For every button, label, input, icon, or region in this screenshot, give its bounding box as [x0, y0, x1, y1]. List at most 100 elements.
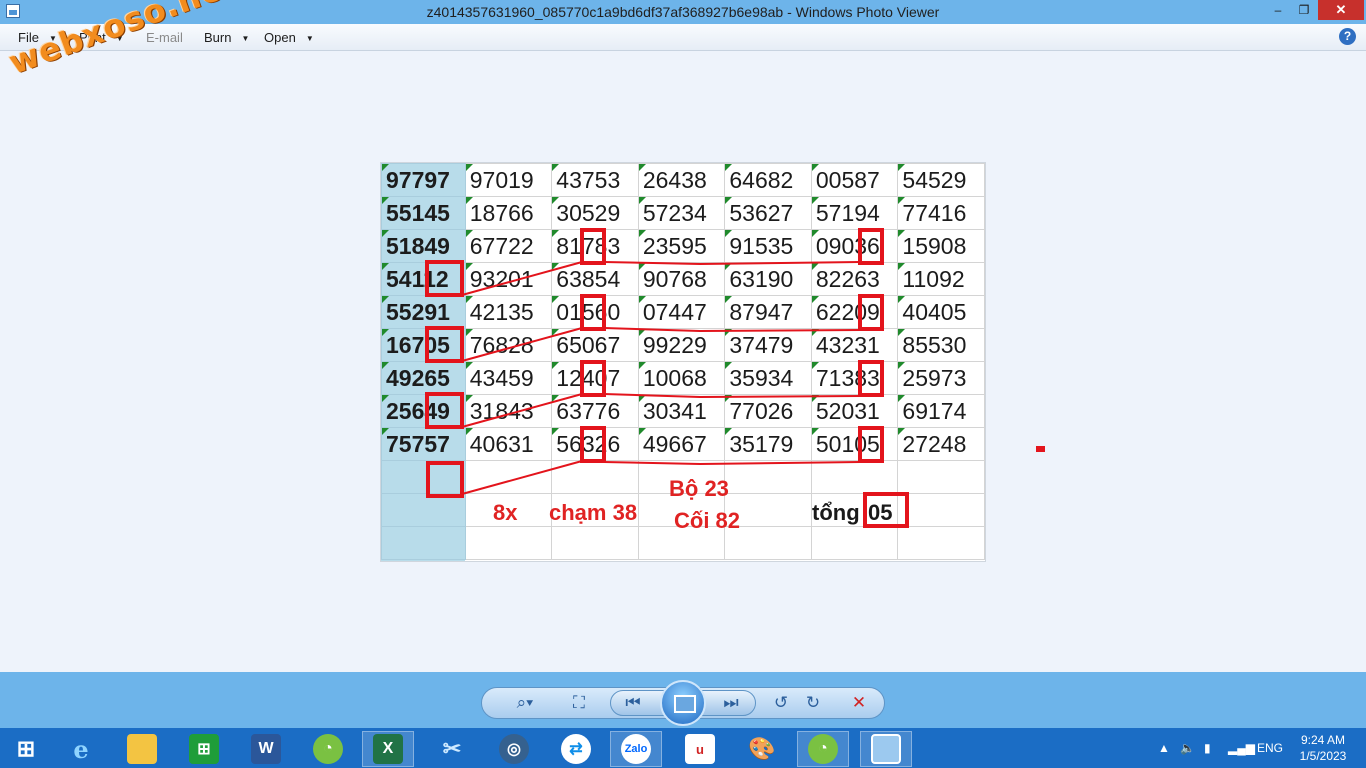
- table-cell: 81783: [551, 229, 639, 263]
- table-cell: [897, 526, 985, 560]
- table-cell: 56326: [551, 427, 639, 461]
- table-cell: 43231: [810, 328, 899, 362]
- delete-icon[interactable]: ✕: [846, 690, 872, 716]
- first-column-cell: 49265: [381, 361, 466, 395]
- snipping-icon[interactable]: ✂: [426, 731, 478, 767]
- show-hidden-icons-icon[interactable]: ▲: [1158, 728, 1170, 768]
- table-cell: 43459: [464, 361, 553, 395]
- teamviewer-icon[interactable]: ⇄: [550, 731, 602, 767]
- windows-start-icon[interactable]: ⊞: [0, 731, 52, 767]
- table-cell: 69174: [897, 394, 985, 428]
- clock-time: 9:24 AM: [1300, 733, 1346, 747]
- table-cell: 82263: [810, 262, 899, 296]
- chevron-down-icon: ▼: [305, 34, 314, 44]
- first-column-cell: [381, 460, 466, 494]
- table-cell: [810, 460, 899, 494]
- table-cell: 30341: [637, 394, 726, 428]
- table-row: 97797 97019 43753 26438 64682 00587 54529: [381, 163, 985, 197]
- table-cell: 35179: [724, 427, 812, 461]
- table-cell: 93201: [464, 262, 553, 296]
- previous-icon[interactable]: ⏮: [620, 690, 646, 716]
- table-cell: 25973: [897, 361, 985, 395]
- unikey-icon[interactable]: u: [674, 731, 726, 767]
- first-column-cell: 55291: [381, 295, 466, 329]
- excel-icon[interactable]: X: [362, 731, 414, 767]
- table-row: 16705 76828 65067 99229 37479 43231 85530: [381, 328, 985, 362]
- table-cell: 85530: [897, 328, 985, 362]
- photo-viewer-icon[interactable]: [860, 731, 912, 767]
- close-button[interactable]: ✕: [1318, 0, 1364, 20]
- table-cell: 49667: [637, 427, 726, 461]
- store-icon[interactable]: ⊞: [178, 731, 230, 767]
- table-cell: [810, 526, 899, 560]
- table-cell: 00587: [810, 163, 899, 197]
- minimize-button[interactable]: –: [1265, 0, 1291, 20]
- zalo-icon[interactable]: Zalo: [610, 731, 662, 767]
- table-cell: 54529: [897, 163, 985, 197]
- table-row: 55145 18766 30529 57234 53627 57194 77416: [381, 196, 985, 230]
- table-cell: 40405: [897, 295, 985, 329]
- paint-icon[interactable]: 🎨: [736, 731, 788, 767]
- menu-burn[interactable]: Burn ▼: [204, 30, 249, 45]
- coccoc-icon[interactable]: ◔: [302, 731, 354, 767]
- table-cell: 37479: [724, 328, 812, 362]
- table-cell: 35934: [724, 361, 812, 395]
- first-column-cell: 75757: [381, 427, 466, 461]
- photo-image: 97797 97019 43753 26438 64682 00587 54529 55145…: [380, 162, 986, 562]
- table-cell: [897, 460, 985, 494]
- menu-open[interactable]: Open ▼: [264, 30, 314, 45]
- table-cell: 31843: [464, 394, 553, 428]
- network-icon[interactable]: ▂▄▆: [1228, 728, 1255, 768]
- table-cell: 97019: [464, 163, 553, 197]
- slideshow-button[interactable]: [660, 680, 706, 726]
- volume-icon[interactable]: 🔈: [1180, 728, 1195, 768]
- table-cell: 67722: [464, 229, 553, 263]
- table-cell: [464, 460, 553, 494]
- note-coi: Cối 82: [674, 508, 741, 533]
- table-row: 54112 93201 63854 90768 63190 82263 11092: [381, 262, 985, 296]
- language-indicator[interactable]: ENG: [1257, 728, 1283, 768]
- rotate-right-icon[interactable]: ↻: [800, 690, 826, 716]
- red-dot: [1036, 446, 1045, 452]
- table-cell: 71383: [810, 361, 899, 395]
- table-cell: 11092: [897, 262, 985, 296]
- zoom-icon[interactable]: ⌕▾: [508, 690, 542, 716]
- table-cell: 52031: [810, 394, 899, 428]
- table-row: 49265 43459 12407 10068 35934 71383 25973: [381, 361, 985, 395]
- menu-bar: File ▼ Print ▼ E-mail Burn ▼ Open ▼ ?: [0, 24, 1366, 51]
- file-explorer-icon[interactable]: [116, 731, 168, 767]
- table-cell: 63854: [551, 262, 639, 296]
- table-cell: 53627: [724, 196, 812, 230]
- table-cell: 10068: [637, 361, 726, 395]
- battery-icon[interactable]: ▮: [1204, 728, 1211, 768]
- table-row: 75757 40631 56326 49667 35179 50105 27248: [381, 427, 985, 461]
- clock[interactable]: 9:24 AM 1/5/2023: [1292, 732, 1354, 764]
- table-cell: 43753: [551, 163, 639, 197]
- table-cell: 91535: [724, 229, 812, 263]
- table-cell: [724, 460, 812, 494]
- actual-size-icon[interactable]: ⛶: [566, 690, 592, 716]
- next-icon[interactable]: ⏭: [718, 690, 744, 716]
- table-cell: 18766: [464, 196, 553, 230]
- table-cell: [551, 526, 639, 560]
- table-cell: 57194: [810, 196, 899, 230]
- internet-explorer-icon[interactable]: e: [55, 731, 107, 767]
- table-cell: 01560: [551, 295, 639, 329]
- rotate-left-icon[interactable]: ↺: [768, 690, 794, 716]
- first-column-cell: 55145: [381, 196, 466, 230]
- first-column-cell: [381, 493, 466, 527]
- table-cell: 42135: [464, 295, 553, 329]
- table-cell: 15908: [897, 229, 985, 263]
- word-icon[interactable]: W: [240, 731, 292, 767]
- coccoc-browser-icon[interactable]: ◔: [797, 731, 849, 767]
- media-player-icon[interactable]: ◎: [488, 731, 540, 767]
- table-cell: 64682: [724, 163, 812, 197]
- table-row: 51849 67722 81783 23595 91535 09036 15908: [381, 229, 985, 263]
- table-cell: 30529: [551, 196, 639, 230]
- first-column-cell: 51849: [381, 229, 466, 263]
- table-cell: 50105: [810, 427, 899, 461]
- table-cell: 63776: [551, 394, 639, 428]
- table-cell: 07447: [637, 295, 726, 329]
- help-icon[interactable]: ?: [1339, 28, 1356, 45]
- maximize-button[interactable]: ❐: [1291, 0, 1317, 20]
